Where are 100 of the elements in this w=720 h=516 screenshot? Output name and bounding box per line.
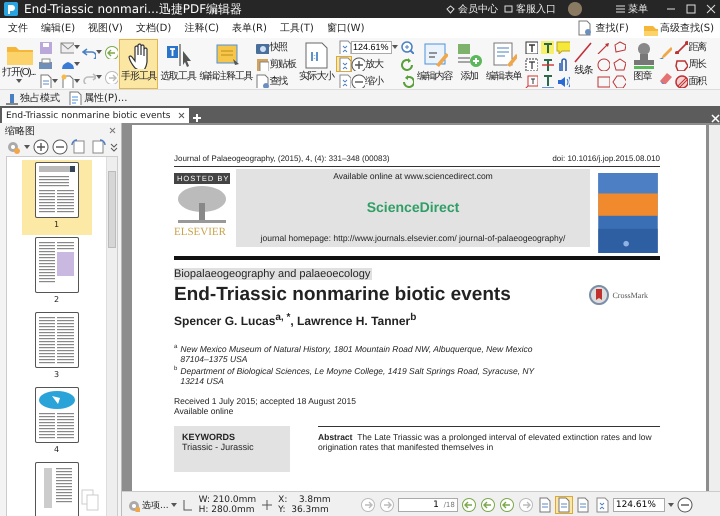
- caret-icon[interactable]: [16, 79, 22, 83]
- page-thumbnail[interactable]: [34, 387, 78, 443]
- chat-icon[interactable]: [504, 4, 513, 14]
- zoom-in-button[interactable]: 放大: [351, 56, 383, 71]
- page-thumbnail[interactable]: [34, 462, 78, 516]
- rotate-left-page-icon[interactable]: [71, 139, 87, 155]
- title-link[interactable]: 会员中心: [446, 2, 498, 16]
- tool-button[interactable]: 编辑注释工具: [198, 39, 254, 89]
- menu-item[interactable]: 文件: [8, 21, 28, 35]
- search-button[interactable]: 查找(F): [577, 20, 629, 36]
- homepage-link[interactable]: journal homepage: http://www.journals.elsevier.com/ journal-of-palaeogeography/: [260, 233, 566, 243]
- menu-item[interactable]: 视图(V): [88, 21, 123, 35]
- zoom-out-icon[interactable]: [676, 497, 693, 513]
- rotate-right-page-icon[interactable]: [90, 139, 106, 155]
- text-field-icon[interactable]: [524, 56, 538, 71]
- scrollbar[interactable]: [106, 157, 117, 516]
- thumbnail-item[interactable]: 1: [22, 160, 92, 235]
- page-thumbnail[interactable]: [34, 237, 78, 293]
- thumbnail-item[interactable]: 4: [22, 385, 92, 460]
- measure-button[interactable]: 周长: [674, 56, 706, 71]
- text-box-icon[interactable]: [524, 40, 538, 54]
- document-search-icon[interactable]: [577, 20, 594, 36]
- mode-button[interactable]: 属性(P)...: [68, 91, 128, 105]
- more-icon[interactable]: [109, 142, 119, 152]
- mail-icon[interactable]: [60, 40, 74, 54]
- fit-width-icon[interactable]: [337, 74, 352, 88]
- caret-icon[interactable]: [74, 78, 80, 83]
- caret-icon[interactable]: [170, 503, 177, 507]
- caret-icon[interactable]: [668, 503, 674, 507]
- edit-button[interactable]: 添加: [454, 39, 484, 89]
- scrollbar[interactable]: [709, 125, 720, 491]
- zoom-field[interactable]: 124.61%: [612, 498, 665, 512]
- measure-button[interactable]: 距离: [674, 40, 706, 54]
- caret-icon[interactable]: [96, 50, 102, 54]
- thumbnail-item[interactable]: 2: [22, 235, 92, 310]
- menu-item[interactable]: 文档(D): [136, 21, 172, 35]
- tool-button[interactable]: 选取工具: [158, 39, 198, 89]
- abstract-text: Abstract The Late Triassic was a prolonged interval of elevated extinction rates and low: [318, 432, 653, 442]
- polygon-icon[interactable]: [612, 74, 626, 88]
- rotate-right-icon[interactable]: [400, 74, 414, 88]
- caret-icon[interactable]: [392, 45, 398, 50]
- underline-icon[interactable]: [540, 74, 554, 88]
- single-page-icon[interactable]: [536, 497, 553, 513]
- diamond-icon[interactable]: [446, 4, 455, 14]
- caret-icon[interactable]: [52, 78, 58, 83]
- menu-item[interactable]: 工具(T): [280, 21, 314, 35]
- ribbon-button[interactable]: 快照: [255, 40, 296, 54]
- edit-button[interactable]: 编辑表单: [484, 39, 524, 89]
- zoom-out-icon[interactable]: [52, 139, 68, 155]
- tool-button[interactable]: 手形工具: [119, 39, 158, 89]
- print-icon[interactable]: [38, 56, 52, 71]
- ribbon-button[interactable]: 剪贴板: [255, 56, 296, 71]
- mode-button[interactable]: 独占模式: [4, 91, 60, 105]
- page-number: 1: [54, 220, 60, 229]
- caret-icon[interactable]: [74, 45, 80, 50]
- new-document-icon[interactable]: [60, 74, 74, 88]
- fit-page-icon[interactable]: [337, 56, 352, 71]
- zoom-in-icon[interactable]: [33, 139, 49, 155]
- avatar[interactable]: [568, 2, 582, 16]
- close-icon[interactable]: [178, 112, 186, 119]
- menu-item[interactable]: 注释(C): [184, 21, 220, 35]
- highlight-icon[interactable]: [540, 40, 554, 54]
- menu-item[interactable]: 编辑(E): [41, 21, 76, 35]
- page-thumbnail[interactable]: [34, 162, 78, 218]
- received-date: Received 1 July 2015; accepted 18 August 2015: [174, 396, 357, 406]
- line-button[interactable]: 线条: [571, 39, 596, 89]
- magnifier-icon[interactable]: [400, 40, 414, 54]
- caret-icon[interactable]: [74, 62, 80, 66]
- page-number: 3: [54, 370, 60, 379]
- plus-icon[interactable]: [192, 113, 202, 123]
- fit-icon[interactable]: [594, 497, 610, 513]
- options-button[interactable]: 选项...: [126, 498, 177, 512]
- strikethrough-icon[interactable]: [540, 56, 554, 71]
- document-tab[interactable]: End-Triassic nonmarine biotic events: [2, 108, 190, 123]
- rotate-left-icon[interactable]: [400, 56, 414, 71]
- stamp-button[interactable]: 图章: [627, 39, 658, 89]
- caret-icon[interactable]: [96, 74, 102, 78]
- fit-icon[interactable]: [337, 40, 352, 54]
- pentagon-icon[interactable]: [612, 56, 626, 71]
- actual-size-button[interactable]: 实际大小: [296, 39, 336, 89]
- menu-icon[interactable]: [616, 5, 625, 13]
- caret-icon[interactable]: [24, 145, 30, 149]
- edit-button[interactable]: 编辑内容: [415, 39, 454, 89]
- crossmark-badge[interactable]: CrossMark: [589, 285, 648, 305]
- menu-item[interactable]: 窗口(W): [326, 21, 364, 35]
- open-button[interactable]: 打开(O)...: [0, 39, 38, 89]
- affiliation: $^{b}$ Department of Biological Sciences, Le Moyne College, 1419 Salt Springs Road, Syracuse, NY 13214 USA: [174, 366, 536, 386]
- thumbnail-item[interactable]: 3: [22, 310, 92, 385]
- menu-button[interactable]: 菜单: [616, 2, 648, 16]
- menu-item[interactable]: 表单(R): [232, 21, 267, 35]
- document-icon[interactable]: [38, 74, 52, 88]
- arrow-icon[interactable]: [596, 40, 610, 54]
- callout-icon[interactable]: [524, 74, 538, 88]
- title-link[interactable]: 客服入口: [504, 2, 556, 16]
- page-thumbnail[interactable]: [34, 312, 78, 368]
- measure-button[interactable]: 面积: [674, 74, 706, 88]
- back-icon[interactable]: [498, 497, 515, 513]
- ribbon-button[interactable]: 查找: [255, 74, 296, 88]
- maximize-icon[interactable]: [686, 4, 696, 14]
- zoom-out-button[interactable]: 缩小: [351, 74, 383, 88]
